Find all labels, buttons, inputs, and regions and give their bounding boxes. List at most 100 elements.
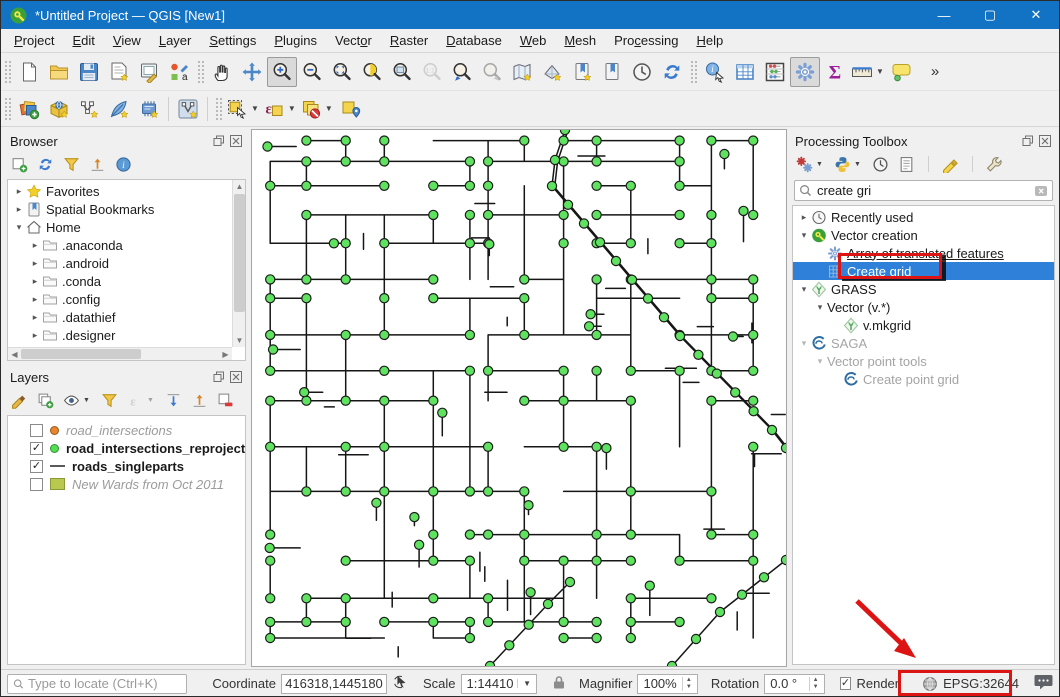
coordinate-input[interactable]: 416318,1445180 xyxy=(281,674,387,694)
tree-item-.designer[interactable]: ▸.designer xyxy=(8,326,232,344)
new-3d-map-view-button[interactable] xyxy=(537,57,567,87)
temporal-controller-button[interactable] xyxy=(627,57,657,87)
layers-filter-legend-button[interactable] xyxy=(101,392,118,409)
layers-expand-all-button[interactable] xyxy=(165,392,182,409)
tree-item-grass[interactable]: ▾GRASS xyxy=(793,280,1054,298)
tree-item-home[interactable]: ▾Home xyxy=(8,218,232,236)
style-manager-button[interactable]: a xyxy=(164,57,194,87)
layer-row[interactable]: ✓road_intersections_reprojected xyxy=(8,439,245,457)
collapsed-arrow-icon[interactable]: ▸ xyxy=(797,212,811,223)
menu-layer[interactable]: Layer xyxy=(150,29,201,52)
expanded-arrow-icon[interactable]: ▾ xyxy=(12,222,26,233)
new-geopackage-layer-button[interactable] xyxy=(44,94,74,124)
new-map-view-button[interactable] xyxy=(507,57,537,87)
collapsed-arrow-icon[interactable]: ▸ xyxy=(28,258,42,269)
browser-collapse-all-button[interactable] xyxy=(89,156,106,173)
browser-vertical-scrollbar[interactable]: ▲ ▼ xyxy=(232,180,245,347)
tree-item-array-of-translated-features[interactable]: Array of translated features xyxy=(793,244,1054,262)
menu-settings[interactable]: Settings xyxy=(200,29,265,52)
processing-models-button[interactable]: ▼ xyxy=(796,156,825,173)
collapsed-arrow-icon[interactable]: ▸ xyxy=(12,186,26,197)
scroll-left-arrow[interactable]: ◀ xyxy=(8,348,21,360)
menu-processing[interactable]: Processing xyxy=(605,29,687,52)
new-print-layout-button[interactable] xyxy=(104,57,134,87)
tree-item-vector-(v.*)[interactable]: ▾Vector (v.*) xyxy=(793,298,1054,316)
chevron-down-icon[interactable]: ▼ xyxy=(873,67,886,76)
chevron-down-icon[interactable]: ▼ xyxy=(144,397,156,404)
expanded-arrow-icon[interactable]: ▾ xyxy=(797,284,811,295)
expanded-arrow-icon[interactable]: ▾ xyxy=(813,356,827,367)
new-project-button[interactable] xyxy=(14,57,44,87)
menu-help[interactable]: Help xyxy=(687,29,732,52)
expanded-arrow-icon[interactable]: ▾ xyxy=(813,302,827,313)
chevron-down-icon[interactable]: ▼ xyxy=(517,679,531,688)
menu-plugins[interactable]: Plugins xyxy=(265,29,326,52)
tree-item-vector-creation[interactable]: ▾Vector creation xyxy=(793,226,1054,244)
scroll-down-arrow[interactable]: ▼ xyxy=(233,334,246,347)
tree-item-spatial-bookmarks[interactable]: ▸Spatial Bookmarks xyxy=(8,200,232,218)
open-attribute-table-button[interactable] xyxy=(730,57,760,87)
zoom-to-layer-button[interactable] xyxy=(387,57,417,87)
show-layout-manager-button[interactable] xyxy=(134,57,164,87)
chevron-down-icon[interactable]: ▼ xyxy=(813,161,825,168)
tree-item-saga[interactable]: ▾SAGA xyxy=(793,334,1054,352)
spin-arrows[interactable]: ▲▼ xyxy=(682,677,692,691)
browser-filter-button[interactable] xyxy=(63,156,80,173)
show-spatial-bookmarks-button[interactable] xyxy=(597,57,627,87)
menu-project[interactable]: Project xyxy=(5,29,63,52)
chevron-down-icon[interactable]: ▼ xyxy=(322,104,335,113)
collapsed-arrow-icon[interactable]: ▸ xyxy=(28,294,42,305)
browser-properties-button[interactable]: i xyxy=(115,156,132,173)
tree-item-v.mkgrid[interactable]: v.mkgrid xyxy=(793,316,1054,334)
locator-search[interactable] xyxy=(7,674,187,694)
zoom-full-extent-button[interactable] xyxy=(327,57,357,87)
show-statistics-button[interactable]: Σ xyxy=(820,57,850,87)
select-features-button[interactable]: ▼ xyxy=(225,94,262,124)
maximize-button[interactable]: ▢ xyxy=(967,1,1013,29)
scrollbar-track[interactable] xyxy=(141,348,219,360)
identify-features-button[interactable]: i xyxy=(700,57,730,87)
render-checkbox[interactable]: ✓ xyxy=(840,677,852,690)
tree-item-favorites[interactable]: ▸Favorites xyxy=(8,182,232,200)
tree-item-recently-used[interactable]: ▸Recently used xyxy=(793,208,1054,226)
processing-python-button[interactable]: ▼ xyxy=(834,156,863,173)
zoom-last-button[interactable] xyxy=(447,57,477,87)
tree-item-.config[interactable]: ▸.config xyxy=(8,290,232,308)
scrollbar-thumb[interactable] xyxy=(234,194,245,312)
new-shapefile-layer-button[interactable] xyxy=(74,94,104,124)
new-virtual-layer-button[interactable] xyxy=(134,94,164,124)
processing-results-viewer-button[interactable] xyxy=(898,156,915,173)
menu-vector[interactable]: Vector xyxy=(326,29,381,52)
zoom-in-button[interactable] xyxy=(267,57,297,87)
layer-row[interactable]: ✓roads_singleparts xyxy=(8,457,245,475)
chevron-down-icon[interactable]: ▼ xyxy=(851,161,863,168)
select-by-value-button[interactable] xyxy=(336,94,366,124)
new-spatial-bookmark-button[interactable] xyxy=(567,57,597,87)
layer-row[interactable]: road_intersections xyxy=(8,421,245,439)
zoom-next-button[interactable] xyxy=(477,57,507,87)
statistical-summary-button[interactable] xyxy=(760,57,790,87)
measure-line-button[interactable]: ▼ xyxy=(850,57,887,87)
rotation-spinbox[interactable]: 0.0 ° ▲▼ xyxy=(764,674,824,694)
layers-close-button[interactable] xyxy=(229,370,243,384)
layers-collapse-all-button[interactable] xyxy=(191,392,208,409)
browser-add-selected-layers-button[interactable] xyxy=(11,156,28,173)
scale-combo[interactable]: 1:14410 ▼ xyxy=(461,674,537,694)
select-by-expression-button[interactable]: ε▼ xyxy=(262,94,299,124)
messages-icon[interactable] xyxy=(1034,674,1053,693)
new-spatialite-layer-button[interactable] xyxy=(104,94,134,124)
browser-refresh-button[interactable] xyxy=(37,156,54,173)
save-project-button[interactable] xyxy=(74,57,104,87)
chevron-down-icon[interactable]: ▼ xyxy=(285,104,298,113)
toolbar-overflow-button[interactable]: » xyxy=(931,63,939,80)
zoom-out-button[interactable] xyxy=(297,57,327,87)
browser-horizontal-scrollbar[interactable]: ◀ ▶ xyxy=(8,347,232,360)
new-temporary-scratch-layer-button[interactable] xyxy=(173,94,203,124)
layer-visibility-checkbox[interactable]: ✓ xyxy=(30,460,43,473)
layer-visibility-checkbox[interactable] xyxy=(30,478,43,491)
tree-item-vector-point-tools[interactable]: ▾Vector point tools xyxy=(793,352,1054,370)
collapsed-arrow-icon[interactable]: ▸ xyxy=(28,312,42,323)
clear-search-icon[interactable] xyxy=(1034,184,1048,198)
tree-item-.conda[interactable]: ▸.conda xyxy=(8,272,232,290)
menu-raster[interactable]: Raster xyxy=(381,29,437,52)
